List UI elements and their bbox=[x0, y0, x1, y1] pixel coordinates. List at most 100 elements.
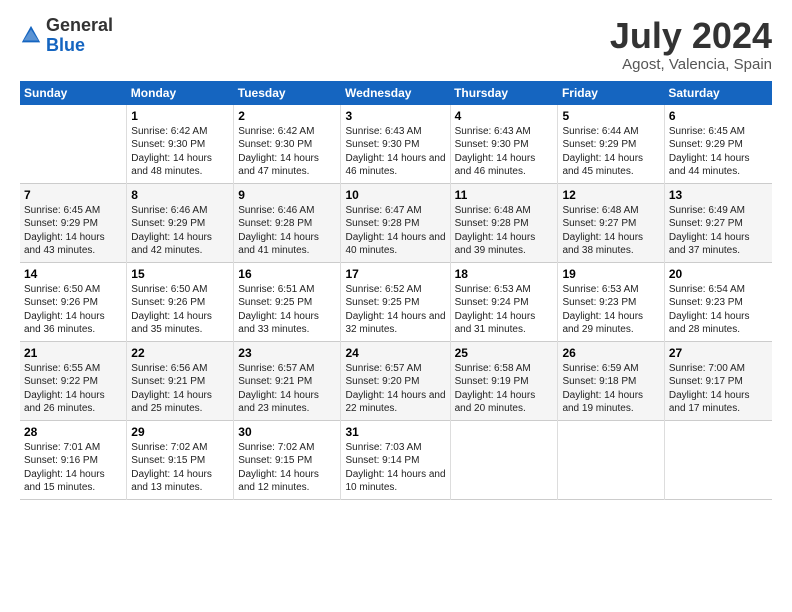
calendar-week-row: 1 Sunrise: 6:42 AMSunset: 9:30 PMDaylight… bbox=[20, 105, 772, 184]
calendar-week-row: 21 Sunrise: 6:55 AMSunset: 9:22 PMDayligh… bbox=[20, 341, 772, 420]
calendar-week-row: 14 Sunrise: 6:50 AMSunset: 9:26 PMDayligh… bbox=[20, 262, 772, 341]
weekday-header: Sunday bbox=[20, 81, 127, 105]
calendar-cell bbox=[20, 105, 127, 184]
day-number: 28 bbox=[24, 425, 122, 439]
day-number: 25 bbox=[455, 346, 554, 360]
cell-info: Sunrise: 6:55 AMSunset: 9:22 PMDaylight:… bbox=[24, 362, 122, 416]
calendar-cell: 1 Sunrise: 6:42 AMSunset: 9:30 PMDaylight… bbox=[127, 105, 234, 184]
header: General Blue July 2024 Agost, Valencia, … bbox=[20, 16, 772, 73]
calendar-cell: 31Sunrise: 7:03 AMSunset: 9:14 PMDayligh… bbox=[341, 420, 450, 499]
calendar-week-row: 7Sunrise: 6:45 AMSunset: 9:29 PMDaylight… bbox=[20, 183, 772, 262]
title-section: July 2024 Agost, Valencia, Spain bbox=[610, 16, 772, 73]
calendar-cell: 25 Sunrise: 6:58 AMSunset: 9:19 PMDayligh… bbox=[450, 341, 558, 420]
cell-info: Sunrise: 6:51 AMSunset: 9:25 PMDaylight:… bbox=[238, 283, 336, 337]
cell-info: Sunrise: 7:02 AMSunset: 9:15 PMDaylight:… bbox=[131, 441, 229, 495]
calendar-cell bbox=[450, 420, 558, 499]
cell-info: Sunrise: 7:01 AMSunset: 9:16 PMDaylight:… bbox=[24, 441, 122, 495]
day-number: 7 bbox=[24, 188, 122, 202]
calendar-week-row: 28 Sunrise: 7:01 AMSunset: 9:16 PMDayligh… bbox=[20, 420, 772, 499]
logo-icon bbox=[20, 24, 42, 46]
cell-info: Sunrise: 6:52 AMSunset: 9:25 PMDaylight:… bbox=[345, 283, 445, 337]
weekday-header: Wednesday bbox=[341, 81, 450, 105]
day-number: 1 bbox=[131, 109, 229, 123]
cell-info: Sunrise: 6:42 AMSunset: 9:30 PMDaylight:… bbox=[131, 125, 229, 179]
day-number: 29 bbox=[131, 425, 229, 439]
calendar-cell: 29 Sunrise: 7:02 AMSunset: 9:15 PMDayligh… bbox=[127, 420, 234, 499]
day-number: 24 bbox=[345, 346, 445, 360]
weekday-header: Thursday bbox=[450, 81, 558, 105]
day-number: 17 bbox=[345, 267, 445, 281]
cell-info: Sunrise: 6:58 AMSunset: 9:19 PMDaylight:… bbox=[455, 362, 554, 416]
weekday-header-row: SundayMondayTuesdayWednesdayThursdayFrid… bbox=[20, 81, 772, 105]
cell-info: Sunrise: 6:47 AMSunset: 9:28 PMDaylight:… bbox=[345, 204, 445, 258]
calendar-cell: 10 Sunrise: 6:47 AMSunset: 9:28 PMDayligh… bbox=[341, 183, 450, 262]
calendar-cell: 30Sunrise: 7:02 AMSunset: 9:15 PMDayligh… bbox=[234, 420, 341, 499]
logo-blue: Blue bbox=[46, 35, 85, 55]
calendar-cell: 13Sunrise: 6:49 AMSunset: 9:27 PMDayligh… bbox=[664, 183, 772, 262]
calendar-cell: 4 Sunrise: 6:43 AMSunset: 9:30 PMDaylight… bbox=[450, 105, 558, 184]
calendar-cell: 24Sunrise: 6:57 AMSunset: 9:20 PMDayligh… bbox=[341, 341, 450, 420]
cell-info: Sunrise: 6:49 AMSunset: 9:27 PMDaylight:… bbox=[669, 204, 768, 258]
calendar-cell: 7Sunrise: 6:45 AMSunset: 9:29 PMDaylight… bbox=[20, 183, 127, 262]
calendar-cell: 26Sunrise: 6:59 AMSunset: 9:18 PMDayligh… bbox=[558, 341, 664, 420]
day-number: 5 bbox=[562, 109, 659, 123]
cell-info: Sunrise: 6:59 AMSunset: 9:18 PMDaylight:… bbox=[562, 362, 659, 416]
calendar-cell: 22 Sunrise: 6:56 AMSunset: 9:21 PMDayligh… bbox=[127, 341, 234, 420]
day-number: 27 bbox=[669, 346, 768, 360]
calendar-cell: 14 Sunrise: 6:50 AMSunset: 9:26 PMDayligh… bbox=[20, 262, 127, 341]
day-number: 2 bbox=[238, 109, 336, 123]
day-number: 4 bbox=[455, 109, 554, 123]
calendar-cell: 21 Sunrise: 6:55 AMSunset: 9:22 PMDayligh… bbox=[20, 341, 127, 420]
calendar-cell bbox=[664, 420, 772, 499]
calendar-cell: 28 Sunrise: 7:01 AMSunset: 9:16 PMDayligh… bbox=[20, 420, 127, 499]
calendar-cell: 18Sunrise: 6:53 AMSunset: 9:24 PMDayligh… bbox=[450, 262, 558, 341]
logo-general: General bbox=[46, 15, 113, 35]
day-number: 12 bbox=[562, 188, 659, 202]
weekday-header: Monday bbox=[127, 81, 234, 105]
cell-info: Sunrise: 7:03 AMSunset: 9:14 PMDaylight:… bbox=[345, 441, 445, 495]
day-number: 14 bbox=[24, 267, 122, 281]
day-number: 21 bbox=[24, 346, 122, 360]
calendar-cell: 27 Sunrise: 7:00 AMSunset: 9:17 PMDayligh… bbox=[664, 341, 772, 420]
weekday-header: Friday bbox=[558, 81, 664, 105]
day-number: 3 bbox=[345, 109, 445, 123]
day-number: 23 bbox=[238, 346, 336, 360]
month-year: July 2024 bbox=[610, 16, 772, 56]
calendar-cell: 17 Sunrise: 6:52 AMSunset: 9:25 PMDayligh… bbox=[341, 262, 450, 341]
cell-info: Sunrise: 6:44 AMSunset: 9:29 PMDaylight:… bbox=[562, 125, 659, 179]
cell-info: Sunrise: 6:50 AMSunset: 9:26 PMDaylight:… bbox=[24, 283, 122, 337]
logo: General Blue bbox=[20, 16, 113, 56]
cell-info: Sunrise: 6:48 AMSunset: 9:27 PMDaylight:… bbox=[562, 204, 659, 258]
cell-info: Sunrise: 7:00 AMSunset: 9:17 PMDaylight:… bbox=[669, 362, 768, 416]
calendar-body: 1 Sunrise: 6:42 AMSunset: 9:30 PMDaylight… bbox=[20, 105, 772, 500]
cell-info: Sunrise: 6:46 AMSunset: 9:29 PMDaylight:… bbox=[131, 204, 229, 258]
page-container: General Blue July 2024 Agost, Valencia, … bbox=[0, 0, 792, 510]
day-number: 15 bbox=[131, 267, 229, 281]
cell-info: Sunrise: 6:43 AMSunset: 9:30 PMDaylight:… bbox=[345, 125, 445, 179]
calendar-cell: 23 Sunrise: 6:57 AMSunset: 9:21 PMDayligh… bbox=[234, 341, 341, 420]
location: Agost, Valencia, Spain bbox=[610, 56, 772, 73]
weekday-header: Tuesday bbox=[234, 81, 341, 105]
day-number: 22 bbox=[131, 346, 229, 360]
day-number: 19 bbox=[562, 267, 659, 281]
calendar-cell: 3 Sunrise: 6:43 AMSunset: 9:30 PMDaylight… bbox=[341, 105, 450, 184]
cell-info: Sunrise: 6:56 AMSunset: 9:21 PMDaylight:… bbox=[131, 362, 229, 416]
calendar-table: SundayMondayTuesdayWednesdayThursdayFrid… bbox=[20, 81, 772, 500]
cell-info: Sunrise: 6:48 AMSunset: 9:28 PMDaylight:… bbox=[455, 204, 554, 258]
cell-info: Sunrise: 6:43 AMSunset: 9:30 PMDaylight:… bbox=[455, 125, 554, 179]
cell-info: Sunrise: 6:57 AMSunset: 9:21 PMDaylight:… bbox=[238, 362, 336, 416]
weekday-header: Saturday bbox=[664, 81, 772, 105]
calendar-cell: 2Sunrise: 6:42 AMSunset: 9:30 PMDaylight… bbox=[234, 105, 341, 184]
day-number: 18 bbox=[455, 267, 554, 281]
calendar-cell: 20Sunrise: 6:54 AMSunset: 9:23 PMDayligh… bbox=[664, 262, 772, 341]
cell-info: Sunrise: 7:02 AMSunset: 9:15 PMDaylight:… bbox=[238, 441, 336, 495]
day-number: 6 bbox=[669, 109, 768, 123]
calendar-cell: 6Sunrise: 6:45 AMSunset: 9:29 PMDaylight… bbox=[664, 105, 772, 184]
calendar-cell: 16Sunrise: 6:51 AMSunset: 9:25 PMDayligh… bbox=[234, 262, 341, 341]
calendar-cell: 8Sunrise: 6:46 AMSunset: 9:29 PMDaylight… bbox=[127, 183, 234, 262]
day-number: 11 bbox=[455, 188, 554, 202]
cell-info: Sunrise: 6:50 AMSunset: 9:26 PMDaylight:… bbox=[131, 283, 229, 337]
cell-info: Sunrise: 6:53 AMSunset: 9:23 PMDaylight:… bbox=[562, 283, 659, 337]
calendar-cell: 9Sunrise: 6:46 AMSunset: 9:28 PMDaylight… bbox=[234, 183, 341, 262]
day-number: 10 bbox=[345, 188, 445, 202]
